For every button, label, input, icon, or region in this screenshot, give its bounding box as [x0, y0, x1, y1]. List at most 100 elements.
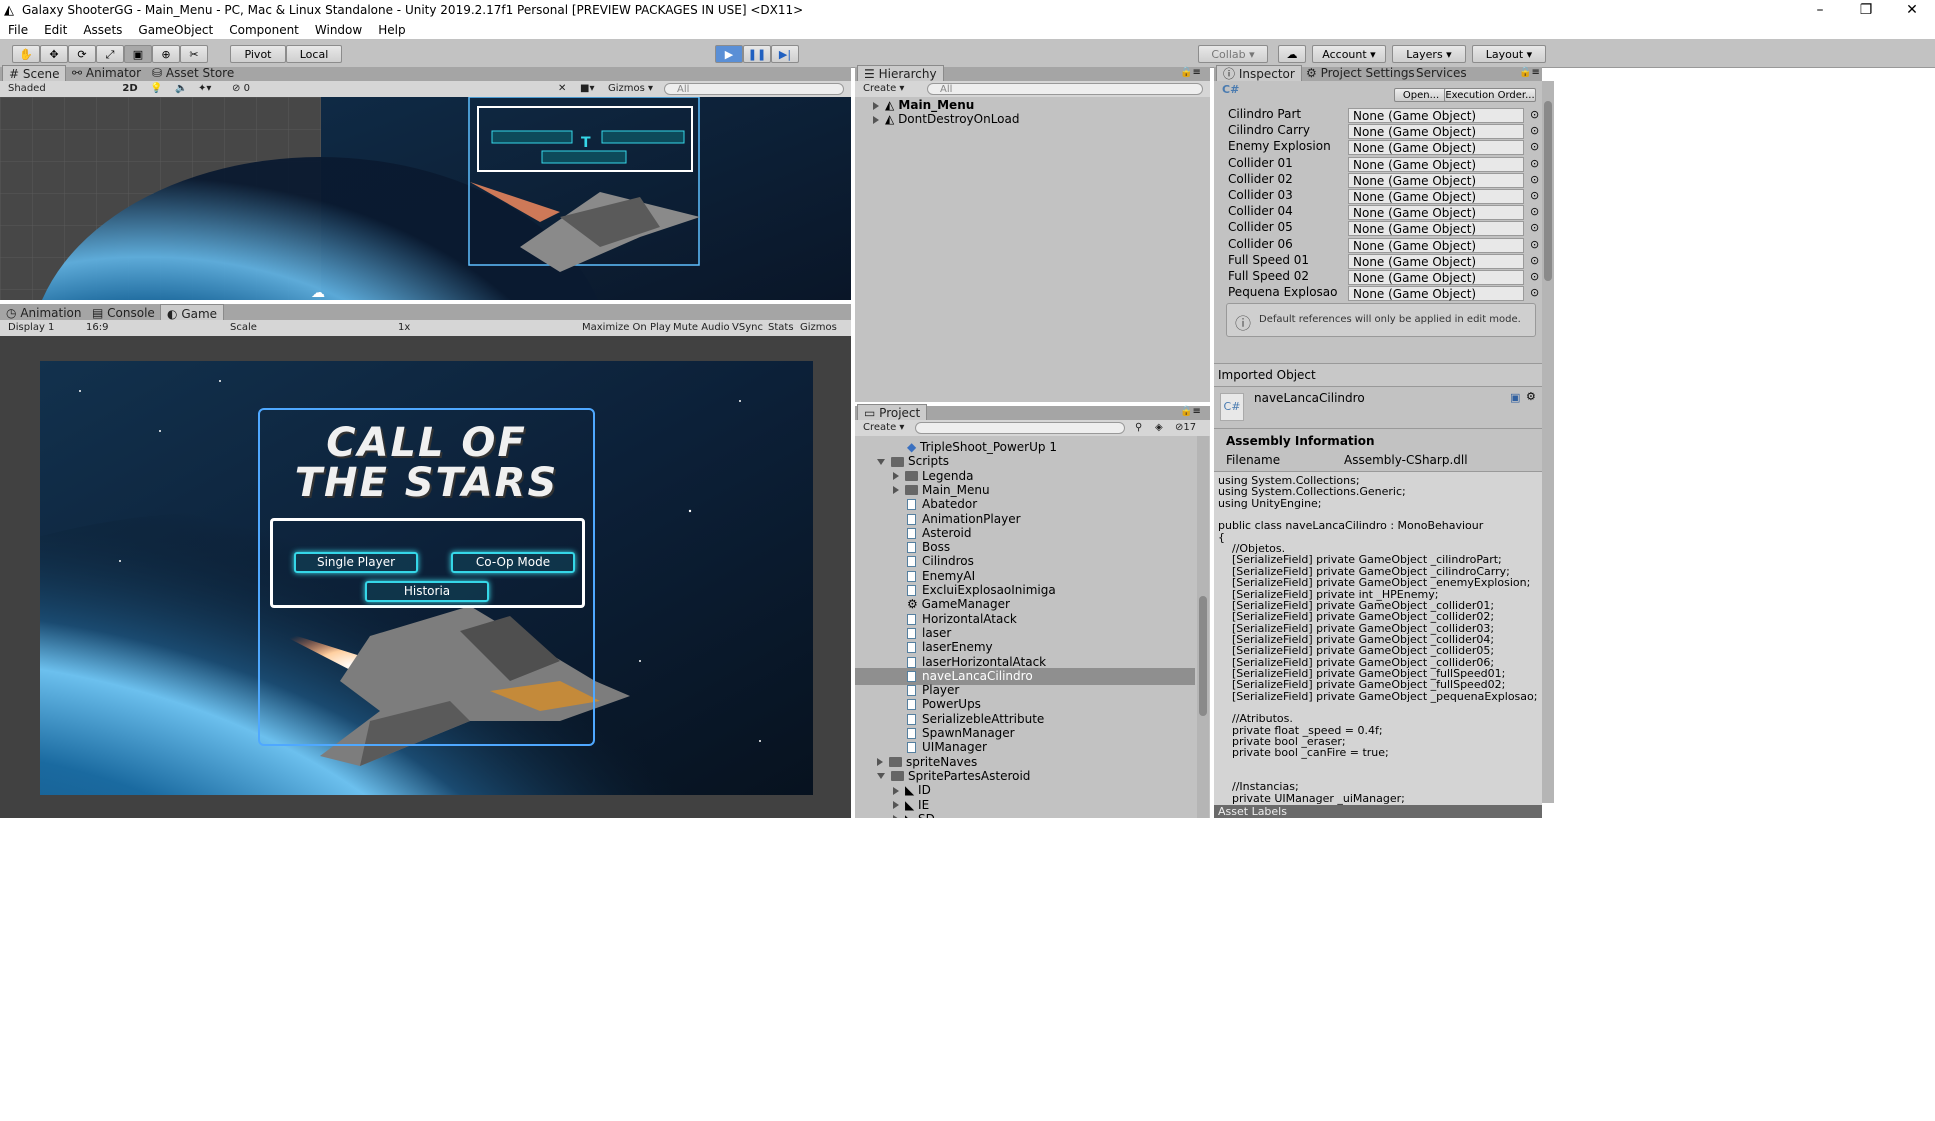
tab-asset-store[interactable]: ⛁ Asset Store [152, 65, 234, 81]
hidden-packages-counter[interactable]: ⊘17 [1175, 420, 1196, 436]
object-picker-icon[interactable]: ⊙ [1530, 189, 1539, 202]
collab-dropdown[interactable]: Collab ▾ [1198, 45, 1268, 63]
menu-edit[interactable]: Edit [36, 22, 75, 39]
project-create-dropdown[interactable]: Create ▾ [863, 420, 904, 436]
expand-arrow-icon[interactable] [873, 101, 879, 110]
move-tool-icon[interactable]: ✥ [40, 45, 68, 63]
project-search-input[interactable] [915, 422, 1125, 434]
object-picker-icon[interactable]: ⊙ [1530, 205, 1539, 218]
object-picker-icon[interactable]: ⊙ [1530, 221, 1539, 234]
inspector-scrollbar[interactable] [1542, 81, 1554, 803]
account-dropdown[interactable]: Account ▾ [1312, 45, 1386, 63]
rotate-tool-icon[interactable]: ⟳ [68, 45, 96, 63]
hierarchy-item-dontdestroy[interactable]: ◭ DontDestroyOnLoad [873, 111, 1020, 128]
object-field[interactable]: None (Game Object) [1348, 124, 1524, 140]
filter-type-icon[interactable]: ⚲ [1135, 420, 1142, 436]
project-scrollbar[interactable] [1197, 436, 1209, 818]
hierarchy-search-input[interactable]: All [927, 83, 1203, 95]
lock-icon[interactable]: 🔒≡ [1180, 406, 1201, 417]
object-field[interactable]: None (Game Object) [1348, 286, 1524, 302]
play-button[interactable]: ▶ [715, 45, 743, 63]
asset-labels-bar[interactable]: Asset Labels [1214, 805, 1542, 818]
project-item[interactable]: ◣ SD [855, 811, 1195, 818]
object-picker-icon[interactable]: ⊙ [1530, 173, 1539, 186]
shading-dropdown[interactable]: Shaded [8, 81, 108, 97]
pause-button[interactable]: ❚❚ [743, 45, 771, 63]
object-field[interactable]: None (Game Object) [1348, 108, 1524, 123]
expand-arrow-icon[interactable] [873, 115, 879, 124]
layout-dropdown[interactable]: Layout ▾ [1472, 45, 1546, 63]
tools-icon[interactable]: ✕ [558, 81, 566, 97]
object-field[interactable]: None (Game Object) [1348, 237, 1524, 253]
object-field[interactable]: None (Game Object) [1348, 189, 1524, 204]
tab-project[interactable]: ▭ Project [857, 404, 928, 421]
tab-services[interactable]: Services [1416, 65, 1467, 81]
local-toggle[interactable]: Local [286, 45, 342, 63]
object-field[interactable]: None (Game Object) [1348, 253, 1524, 269]
source-preview[interactable]: using System.Collections; using System.Co… [1214, 471, 1542, 806]
expand-arrow-icon[interactable] [893, 815, 899, 818]
lock-icon[interactable]: 🔒≡ [1519, 67, 1540, 78]
tab-inspector[interactable]: ⓘ Inspector [1216, 65, 1302, 82]
coop-mode-button[interactable]: Co-Op Mode [451, 552, 575, 573]
hierarchy-create-dropdown[interactable]: Create ▾ [863, 81, 904, 97]
object-picker-icon[interactable]: ⊙ [1530, 124, 1539, 137]
object-field[interactable]: None (Game Object) [1348, 221, 1524, 237]
maximize-on-play-toggle[interactable]: Maximize On Play [582, 320, 671, 336]
mute-audio-toggle[interactable]: Mute Audio [673, 320, 730, 336]
layers-dropdown[interactable]: Layers ▾ [1392, 45, 1466, 63]
execution-order-button[interactable]: Execution Order... [1444, 88, 1536, 102]
aspect-dropdown[interactable]: 16:9 [86, 320, 222, 336]
project-scroll-thumb[interactable] [1199, 596, 1207, 716]
camera-icon[interactable]: ■▾ [580, 81, 594, 97]
2d-toggle[interactable]: 2D [118, 81, 142, 97]
expand-arrow-icon[interactable] [877, 758, 883, 767]
lock-icon[interactable]: 🔒≡ [1180, 67, 1201, 78]
tab-hierarchy[interactable]: ☰ Hierarchy [857, 65, 944, 82]
pivot-toggle[interactable]: Pivot [230, 45, 286, 63]
expand-arrow-icon[interactable] [877, 458, 885, 465]
stats-toggle[interactable]: Stats [768, 320, 794, 336]
expand-arrow-icon[interactable] [893, 801, 899, 809]
expand-arrow-icon[interactable] [893, 472, 899, 481]
tab-project-settings[interactable]: ⚙ Project Settings [1306, 65, 1415, 81]
object-picker-icon[interactable]: ⊙ [1530, 254, 1539, 267]
menu-component[interactable]: Component [221, 22, 307, 39]
rect-tool-icon[interactable]: ▣ [124, 45, 152, 63]
cloud-button[interactable]: ☁ [1278, 45, 1306, 63]
menu-help[interactable]: Help [370, 22, 413, 39]
settings-gear-icon[interactable]: ⚙ [1526, 390, 1536, 403]
game-render[interactable]: CALL OF THE STARS Single Player Co-Op Mo… [40, 361, 813, 795]
lighting-icon[interactable]: 💡 [150, 81, 162, 97]
close-button[interactable]: ✕ [1889, 0, 1935, 22]
transform-tool-icon[interactable]: ⊕ [152, 45, 180, 63]
effects-icon[interactable]: ✦▾ [198, 81, 211, 97]
gizmos-dropdown[interactable]: Gizmos ▾ [608, 81, 653, 97]
scale-tool-icon[interactable]: ⤢ [96, 45, 124, 63]
object-picker-icon[interactable]: ⊙ [1530, 238, 1539, 251]
menu-file[interactable]: File [0, 22, 36, 39]
tab-scene[interactable]: # Scene [2, 65, 67, 82]
object-field[interactable]: None (Game Object) [1348, 172, 1524, 188]
tab-animator[interactable]: ⚯ Animator [72, 65, 141, 81]
scene-viewport[interactable]: T ☁ [0, 97, 851, 300]
maximize-button[interactable]: ❐ [1843, 0, 1889, 22]
object-picker-icon[interactable]: ⊙ [1530, 140, 1539, 153]
menu-assets[interactable]: Assets [75, 22, 130, 39]
single-player-button[interactable]: Single Player [294, 552, 418, 573]
inspector-scroll-thumb[interactable] [1544, 101, 1552, 281]
object-picker-icon[interactable]: ⊙ [1530, 270, 1539, 283]
object-field[interactable]: None (Game Object) [1348, 270, 1524, 285]
object-field[interactable]: None (Game Object) [1348, 205, 1524, 221]
expand-arrow-icon[interactable] [893, 786, 899, 795]
hand-tool-icon[interactable]: ✋ [12, 45, 40, 63]
object-picker-icon[interactable]: ⊙ [1530, 108, 1539, 121]
object-field[interactable]: None (Game Object) [1348, 156, 1524, 172]
help-book-icon[interactable]: ▣ [1510, 391, 1520, 404]
hidden-objects-counter[interactable]: ⊘ 0 [232, 81, 250, 97]
step-button[interactable]: ▶| [771, 45, 799, 63]
vsync-toggle[interactable]: VSync [732, 320, 763, 336]
menu-gameobject[interactable]: GameObject [130, 22, 221, 39]
open-button[interactable]: Open... [1394, 88, 1448, 102]
object-picker-icon[interactable]: ⊙ [1530, 286, 1539, 299]
